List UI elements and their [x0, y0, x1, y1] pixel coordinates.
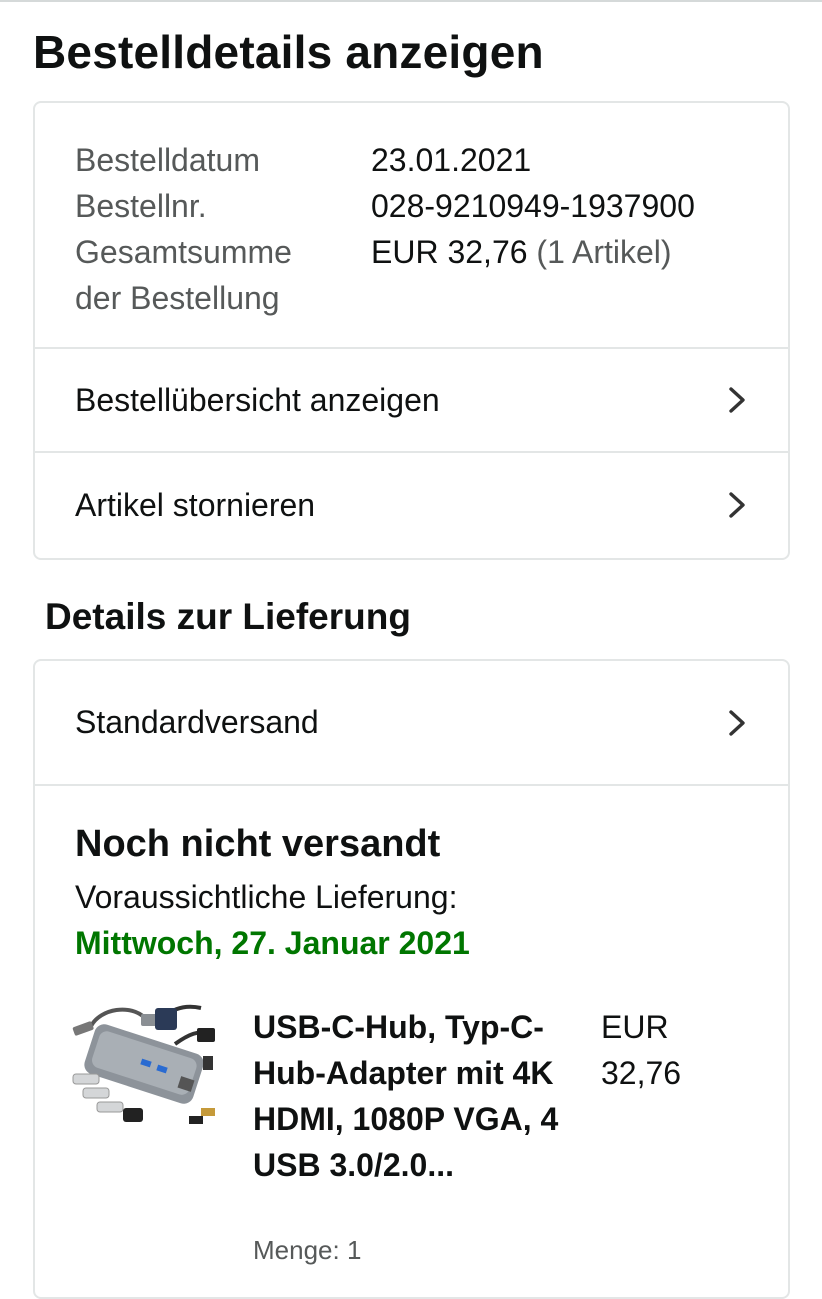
estimated-delivery-label: Voraussichtliche Lieferung:: [75, 879, 458, 915]
order-total-row: Gesamtsumme der Bestellung EUR 32,76 (1 …: [75, 229, 788, 321]
order-date-value: 23.01.2021: [371, 142, 532, 178]
product-image[interactable]: [71, 1004, 219, 1134]
order-date-row: Bestelldatum 23.01.2021: [75, 137, 788, 183]
cancel-items-label: Artikel stornieren: [75, 486, 316, 523]
shipment-status-block: Noch nicht versandt Voraussichtliche Lie…: [35, 786, 788, 1284]
view-order-summary-link[interactable]: Bestellübersicht anzeigen: [35, 349, 788, 453]
order-date-label: Bestelldatum: [75, 142, 260, 178]
order-number-row: Bestellnr. 028-9210949-1937900: [75, 183, 788, 229]
chevron-right-icon: [724, 488, 750, 522]
order-info-card: Bestelldatum 23.01.2021 Bestellnr. 028-9…: [33, 101, 790, 560]
estimated-delivery-date: Mittwoch, 27. Januar 2021: [75, 925, 470, 961]
product-quantity: Menge: 1: [253, 1235, 362, 1265]
order-total-value: EUR 32,76 (1 Artikel): [371, 229, 672, 321]
order-item: USB-C-Hub, Typ-C-Hub-Adapter mit 4K HDMI…: [72, 1004, 748, 1284]
order-total-label-line1: Gesamtsumme: [75, 234, 292, 270]
order-number-value: 028-9210949-1937900: [371, 188, 695, 224]
delivery-card: Standardversand Noch nicht versandt Vora…: [33, 659, 790, 1299]
cancel-items-link[interactable]: Artikel stornieren: [35, 453, 788, 557]
shipping-method-label: Standardversand: [75, 704, 319, 740]
shipment-status: Noch nicht versandt: [75, 823, 441, 865]
usb-c-hub-icon: [72, 1004, 215, 1124]
page-title: Bestelldetails anzeigen: [33, 26, 544, 78]
order-summary: Bestelldatum 23.01.2021 Bestellnr. 028-9…: [35, 103, 788, 349]
view-order-summary-label: Bestellübersicht anzeigen: [75, 381, 440, 418]
order-total-label: Gesamtsumme der Bestellung: [75, 229, 371, 321]
order-item-count: (1 Artikel): [536, 234, 672, 270]
chevron-right-icon: [724, 706, 750, 740]
product-price: EUR 32,76: [601, 1009, 682, 1091]
shipping-method-link[interactable]: Standardversand: [35, 661, 788, 786]
order-total-label-line2: der Bestellung: [75, 280, 280, 316]
delivery-section-title: Details zur Lieferung: [45, 596, 411, 637]
chevron-right-icon: [724, 383, 750, 417]
order-number-label: Bestellnr.: [75, 188, 207, 224]
order-total-amount: EUR 32,76: [371, 234, 528, 270]
product-title-link[interactable]: USB-C-Hub, Typ-C-Hub-Adapter mit 4K HDMI…: [253, 1004, 573, 1188]
